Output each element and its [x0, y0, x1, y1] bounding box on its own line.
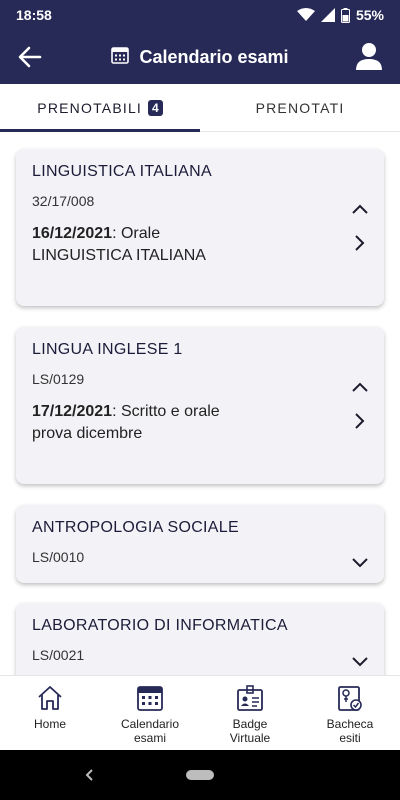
exam-session-row[interactable]: 17/12/2021: Scritto e orale prova dicemb… — [32, 401, 368, 445]
exam-list[interactable]: LINGUISTICA ITALIANA 32/17/008 16/12/202… — [0, 133, 400, 675]
course-title: LABORATORIO DI INFORMATICA — [32, 617, 288, 634]
nav-badge-virtuale[interactable]: Badge Virtuale — [200, 676, 300, 750]
course-code: LS/0129 — [32, 371, 85, 387]
header-title-group: Calendario esami — [0, 46, 400, 69]
chevron-down-icon[interactable] — [350, 651, 370, 671]
course-title: ANTROPOLOGIA SOCIALE — [32, 519, 239, 536]
count-badge: 4 — [148, 99, 163, 116]
exam-date: 16/12/2021 — [32, 225, 113, 242]
calendar-icon — [136, 684, 164, 712]
home-icon — [36, 684, 64, 712]
tab-prenotati[interactable]: PRENOTATI — [200, 84, 400, 131]
system-home-pill[interactable] — [186, 770, 214, 780]
signal-icon — [320, 8, 335, 22]
course-title: LINGUA INGLESE 1 — [32, 341, 183, 358]
back-arrow-icon[interactable] — [16, 43, 44, 71]
app-header: Calendario esami — [0, 30, 400, 84]
calendar-icon — [111, 46, 130, 69]
exam-card[interactable]: LINGUA INGLESE 1 LS/0129 17/12/2021: Scr… — [16, 327, 384, 484]
android-nav-bar — [0, 750, 400, 800]
battery-icon — [340, 7, 350, 23]
bottom-nav: Home Calendario esami Badge Virtuale Bac… — [0, 675, 400, 750]
chevron-right-icon — [352, 233, 368, 253]
nav-calendario-esami[interactable]: Calendario esami — [100, 676, 200, 750]
tab-label: PRENOTABILI — [37, 99, 143, 116]
status-time: 18:58 — [16, 7, 52, 23]
chevron-right-icon — [352, 411, 368, 431]
tab-prenotabili[interactable]: PRENOTABILI 4 — [0, 84, 200, 132]
exam-type: : Scritto e orale — [112, 403, 220, 420]
system-back-icon[interactable] — [80, 765, 100, 785]
page-title: Calendario esami — [139, 46, 289, 67]
course-code: 32/17/008 — [32, 193, 95, 209]
tab-label: PRENOTATI — [255, 99, 345, 116]
exam-card[interactable]: ANTROPOLOGIA SOCIALE LS/0010 — [16, 505, 384, 583]
chevron-down-icon[interactable] — [350, 552, 370, 572]
badge-icon — [236, 684, 264, 712]
nav-label: Home — [33, 717, 66, 731]
status-bar: 18:58 55% — [0, 0, 400, 30]
exam-description: prova dicembre — [32, 425, 143, 442]
status-icons: 55% — [296, 7, 384, 23]
battery-percentage: 55% — [355, 7, 384, 23]
exam-description: LINGUISTICA ITALIANA — [32, 247, 206, 264]
exam-date: 17/12/2021 — [32, 403, 113, 420]
exam-session-row[interactable]: 16/12/2021: Orale LINGUISTICA ITALIANA — [32, 223, 368, 267]
course-title: LINGUISTICA ITALIANA — [32, 163, 212, 180]
exam-card[interactable]: LINGUISTICA ITALIANA 32/17/008 16/12/202… — [16, 149, 384, 306]
wifi-icon — [296, 8, 315, 22]
nav-label: Calendario esami — [120, 717, 180, 745]
exam-card[interactable]: LABORATORIO DI INFORMATICA LS/0021 — [16, 603, 384, 675]
course-code: LS/0021 — [32, 647, 85, 663]
tab-bar: PRENOTABILI 4 PRENOTATI — [0, 84, 400, 132]
nav-home[interactable]: Home — [0, 676, 100, 750]
chevron-up-icon[interactable] — [350, 377, 370, 397]
course-code: LS/0010 — [32, 549, 85, 565]
chevron-up-icon[interactable] — [350, 199, 370, 219]
nav-bacheca-esiti[interactable]: Bacheca esiti — [300, 676, 400, 750]
profile-icon[interactable] — [354, 41, 384, 71]
results-board-icon — [336, 684, 364, 712]
nav-label: Badge Virtuale — [229, 717, 271, 745]
exam-type: : Orale — [112, 225, 161, 242]
nav-label: Bacheca esiti — [326, 717, 374, 745]
